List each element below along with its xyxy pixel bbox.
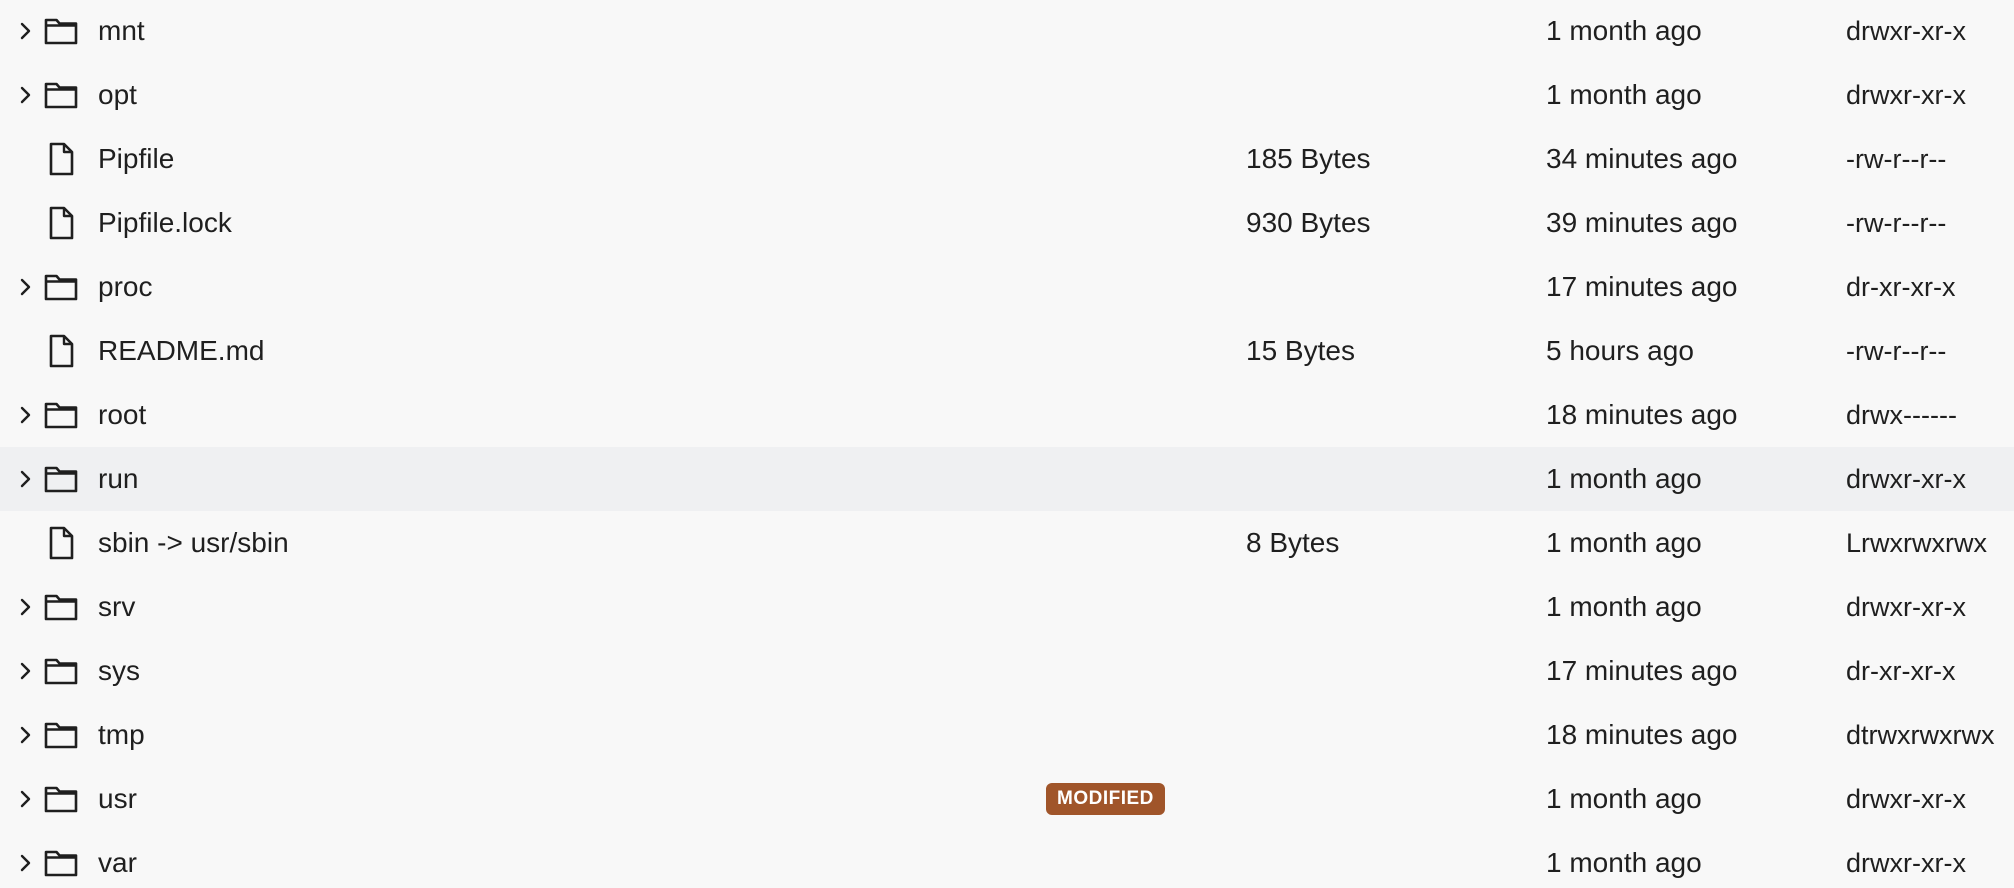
chevron-right-icon[interactable]: [16, 725, 36, 745]
chevron-right-icon[interactable]: [16, 277, 36, 297]
last-modified: 34 minutes ago: [1546, 143, 1738, 174]
file-name: run: [98, 463, 139, 494]
file-permissions: drwxr-xr-x: [1846, 16, 1966, 46]
file-tree-row-sbin[interactable]: sbin -> usr/sbin 8 Bytes 1 month ago Lrw…: [0, 511, 2014, 575]
file-icon: [43, 525, 79, 561]
last-modified: 5 hours ago: [1546, 335, 1694, 366]
folder-icon: [43, 77, 79, 113]
file-permissions: dr-xr-xr-x: [1846, 656, 1956, 686]
file-tree-row-tmp[interactable]: tmp 18 minutes ago dtrwxrwxrwx: [0, 703, 2014, 767]
last-modified: 1 month ago: [1546, 15, 1702, 46]
folder-icon: [43, 781, 79, 817]
file-permissions: dr-xr-xr-x: [1846, 272, 1956, 302]
file-permissions: -rw-r--r--: [1846, 208, 1947, 238]
file-tree-row-run[interactable]: run 1 month ago drwxr-xr-x: [0, 447, 2014, 511]
file-name: var: [98, 847, 137, 878]
chevron-right-icon[interactable]: [16, 661, 36, 681]
modified-badge: MODIFIED: [1046, 783, 1165, 815]
file-tree-row-srv[interactable]: srv 1 month ago drwxr-xr-x: [0, 575, 2014, 639]
file-tree-row-root[interactable]: root 18 minutes ago drwx------: [0, 383, 2014, 447]
file-permissions: drwx------: [1846, 400, 1957, 430]
file-icon: [43, 333, 79, 369]
file-tree-row-pipfile[interactable]: Pipfile 185 Bytes 34 minutes ago -rw-r--…: [0, 127, 2014, 191]
chevron-right-icon[interactable]: [16, 789, 36, 809]
last-modified: 18 minutes ago: [1546, 719, 1738, 750]
folder-icon: [43, 717, 79, 753]
file-tree-row-proc[interactable]: proc 17 minutes ago dr-xr-xr-x: [0, 255, 2014, 319]
file-name: sys: [98, 655, 140, 686]
file-size: 930 Bytes: [1246, 207, 1371, 238]
file-name: tmp: [98, 719, 145, 750]
file-permissions: Lrwxrwxrwx: [1846, 528, 1987, 558]
folder-icon: [43, 845, 79, 881]
file-icon: [43, 205, 79, 241]
file-name: sbin -> usr/sbin: [98, 527, 289, 558]
file-name: Pipfile.lock: [98, 207, 232, 238]
file-permissions: drwxr-xr-x: [1846, 80, 1966, 110]
file-permissions: drwxr-xr-x: [1846, 464, 1966, 494]
file-permissions: drwxr-xr-x: [1846, 592, 1966, 622]
file-name: mnt: [98, 15, 145, 46]
chevron-right-icon[interactable]: [16, 21, 36, 41]
file-name: README.md: [98, 335, 265, 366]
chevron-right-icon[interactable]: [16, 405, 36, 425]
chevron-right-icon[interactable]: [16, 85, 36, 105]
folder-icon: [43, 397, 79, 433]
file-permissions: drwxr-xr-x: [1846, 784, 1966, 814]
file-size: 15 Bytes: [1246, 335, 1355, 366]
folder-icon: [43, 269, 79, 305]
file-tree-row-readme-md[interactable]: README.md 15 Bytes 5 hours ago -rw-r--r-…: [0, 319, 2014, 383]
file-tree-row-usr[interactable]: usr MODIFIED 1 month ago drwxr-xr-x: [0, 767, 2014, 831]
file-tree-row-opt[interactable]: opt 1 month ago drwxr-xr-x: [0, 63, 2014, 127]
file-permissions: -rw-r--r--: [1846, 144, 1947, 174]
file-name: Pipfile: [98, 143, 175, 174]
last-modified: 1 month ago: [1546, 591, 1702, 622]
file-tree-list: mnt 1 month ago drwxr-xr-x opt 1 month a…: [0, 0, 2014, 887]
file-tree-row-var[interactable]: var 1 month ago drwxr-xr-x: [0, 831, 2014, 888]
file-icon: [43, 141, 79, 177]
file-name: srv: [98, 591, 136, 622]
folder-icon: [43, 13, 79, 49]
last-modified: 1 month ago: [1546, 847, 1702, 878]
chevron-right-icon[interactable]: [16, 469, 36, 489]
file-tree-row-pipfile-lock[interactable]: Pipfile.lock 930 Bytes 39 minutes ago -r…: [0, 191, 2014, 255]
folder-icon: [43, 461, 79, 497]
file-size: 185 Bytes: [1246, 143, 1371, 174]
file-name: usr: [98, 783, 137, 814]
file-tree-row-mnt[interactable]: mnt 1 month ago drwxr-xr-x: [0, 0, 2014, 63]
file-permissions: dtrwxrwxrwx: [1846, 720, 1995, 750]
folder-icon: [43, 653, 79, 689]
file-tree-row-sys[interactable]: sys 17 minutes ago dr-xr-xr-x: [0, 639, 2014, 703]
chevron-right-icon[interactable]: [16, 597, 36, 617]
file-name: proc: [98, 271, 153, 302]
last-modified: 1 month ago: [1546, 527, 1702, 558]
file-name: root: [98, 399, 147, 430]
last-modified: 17 minutes ago: [1546, 655, 1738, 686]
last-modified: 1 month ago: [1546, 783, 1702, 814]
chevron-right-icon[interactable]: [16, 853, 36, 873]
last-modified: 17 minutes ago: [1546, 271, 1738, 302]
file-name: opt: [98, 79, 137, 110]
last-modified: 18 minutes ago: [1546, 399, 1738, 430]
last-modified: 1 month ago: [1546, 463, 1702, 494]
folder-icon: [43, 589, 79, 625]
file-size: 8 Bytes: [1246, 527, 1340, 558]
file-permissions: drwxr-xr-x: [1846, 848, 1966, 878]
file-permissions: -rw-r--r--: [1846, 336, 1947, 366]
last-modified: 1 month ago: [1546, 79, 1702, 110]
last-modified: 39 minutes ago: [1546, 207, 1738, 238]
